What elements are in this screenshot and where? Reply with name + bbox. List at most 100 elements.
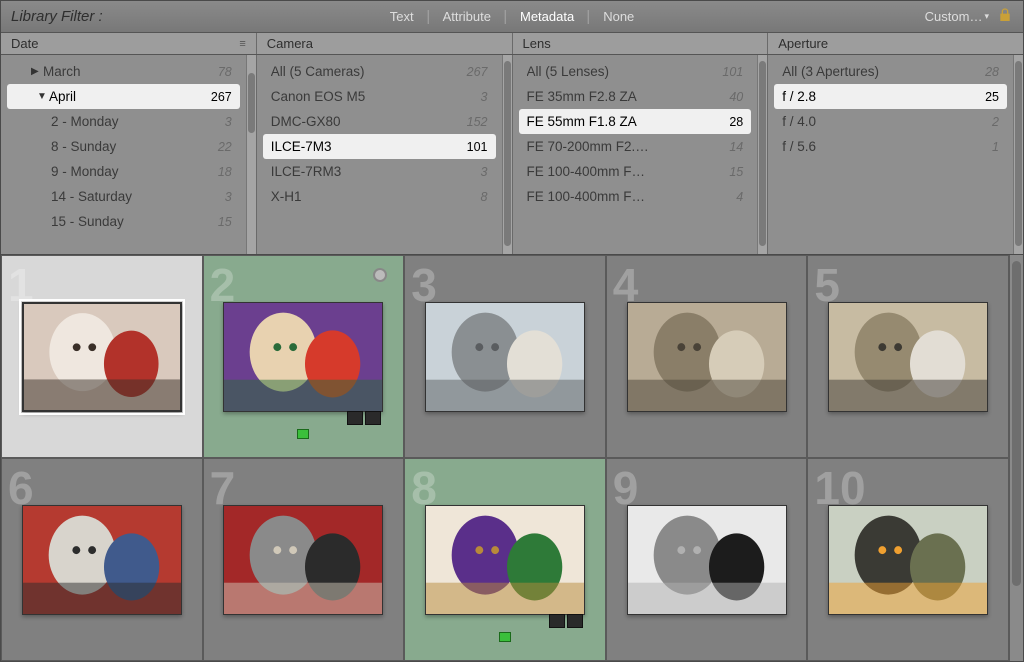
- thumbnail[interactable]: [425, 505, 585, 615]
- thumbnail[interactable]: [223, 505, 383, 615]
- filter-tab-text[interactable]: Text: [378, 6, 426, 27]
- filter-row-label: DMC-GX80: [271, 114, 467, 129]
- filter-row[interactable]: ILCE-7M3101: [263, 134, 496, 159]
- filter-row[interactable]: ▼April267: [7, 84, 240, 109]
- app-root: Library Filter : TextAttributeMetadataNo…: [0, 0, 1024, 662]
- column-header-date[interactable]: Date≡: [1, 33, 257, 54]
- filter-row[interactable]: FE 70-200mm F2.…14: [513, 134, 758, 159]
- column-scrollbar-thumb[interactable]: [248, 73, 255, 133]
- grid-scrollbar-thumb[interactable]: [1012, 261, 1021, 586]
- filter-row[interactable]: X-H18: [257, 184, 502, 209]
- grid-cell[interactable]: 1: [1, 255, 203, 458]
- sort-icon[interactable]: ≡: [239, 38, 245, 50]
- filter-row-label: ILCE-7M3: [271, 139, 467, 154]
- filter-preset-label: Custom…: [925, 9, 983, 24]
- filter-row[interactable]: 14 - Saturday3: [1, 184, 246, 209]
- filter-row-count: 40: [729, 90, 743, 104]
- filter-row-count: 101: [722, 65, 743, 79]
- filter-row[interactable]: 9 - Monday18: [1, 159, 246, 184]
- filter-row[interactable]: ▶March78: [1, 59, 246, 84]
- filter-row-count: 14: [729, 140, 743, 154]
- library-filter-bar: Library Filter : TextAttributeMetadataNo…: [1, 1, 1023, 33]
- column-scrollbar-thumb[interactable]: [759, 61, 766, 246]
- filter-row[interactable]: FE 100-400mm F…4: [513, 184, 758, 209]
- color-label-green: [499, 632, 511, 642]
- filter-row[interactable]: 2 - Monday3: [1, 109, 246, 134]
- thumbnail[interactable]: [828, 302, 988, 412]
- filter-row-count: 267: [211, 90, 232, 104]
- filter-row[interactable]: 8 - Sunday22: [1, 134, 246, 159]
- grid-cell[interactable]: 3: [404, 255, 606, 458]
- filter-row-label: FE 55mm F1.8 ZA: [527, 114, 730, 129]
- filter-row[interactable]: All (5 Cameras)267: [257, 59, 502, 84]
- grid-cell[interactable]: 4: [606, 255, 808, 458]
- grid-cell[interactable]: 6: [1, 458, 203, 661]
- thumbnail[interactable]: [22, 302, 182, 412]
- filter-column-camera: All (5 Cameras)267Canon EOS M53DMC-GX801…: [257, 55, 513, 254]
- filter-row[interactable]: All (5 Lenses)101: [513, 59, 758, 84]
- thumbnail[interactable]: [425, 302, 585, 412]
- grid-cell[interactable]: 10: [807, 458, 1009, 661]
- disclosure-triangle-icon[interactable]: ▼: [37, 91, 49, 102]
- grid-cell[interactable]: 9: [606, 458, 808, 661]
- filter-tab-none[interactable]: None: [591, 6, 646, 27]
- filter-list[interactable]: ▶March78▼April2672 - Monday38 - Sunday22…: [1, 55, 246, 254]
- grid-cell[interactable]: 2: [203, 255, 405, 458]
- filter-list[interactable]: All (5 Cameras)267Canon EOS M53DMC-GX801…: [257, 55, 502, 254]
- grid-cell[interactable]: 8: [404, 458, 606, 661]
- column-scrollbar-thumb[interactable]: [504, 61, 511, 246]
- filter-row-count: 267: [467, 65, 488, 79]
- column-scrollbar-thumb[interactable]: [1015, 61, 1022, 246]
- filter-row-count: 2: [992, 115, 999, 129]
- filter-list[interactable]: All (5 Lenses)101FE 35mm F2.8 ZA40FE 55m…: [513, 55, 758, 254]
- column-scrollbar[interactable]: [502, 55, 512, 254]
- filter-row-label: FE 70-200mm F2.…: [527, 139, 730, 154]
- filter-row[interactable]: DMC-GX80152: [257, 109, 502, 134]
- filter-row[interactable]: f / 4.02: [768, 109, 1013, 134]
- thumbnail-grid: 1 2 3 4 5 6: [1, 255, 1009, 661]
- thumbnail[interactable]: [828, 505, 988, 615]
- filter-list[interactable]: All (3 Apertures)28f / 2.825f / 4.02f / …: [768, 55, 1013, 254]
- grid-cell[interactable]: 5: [807, 255, 1009, 458]
- filter-row[interactable]: Canon EOS M53: [257, 84, 502, 109]
- thumbnail[interactable]: [223, 302, 383, 412]
- filter-row-label: 9 - Monday: [51, 164, 218, 179]
- disclosure-triangle-icon[interactable]: ▶: [31, 66, 43, 77]
- filter-tab-metadata[interactable]: Metadata: [508, 6, 586, 27]
- filter-row[interactable]: FE 55mm F1.8 ZA28: [519, 109, 752, 134]
- thumbnail[interactable]: [627, 505, 787, 615]
- filter-row[interactable]: FE 35mm F2.8 ZA40: [513, 84, 758, 109]
- filter-row[interactable]: 15 - Sunday15: [1, 209, 246, 234]
- filter-bar-title: Library Filter :: [11, 8, 103, 25]
- filter-row[interactable]: FE 100-400mm F…15: [513, 159, 758, 184]
- lock-icon[interactable]: [997, 7, 1013, 26]
- filter-row-label: FE 35mm F2.8 ZA: [527, 89, 730, 104]
- filter-row[interactable]: f / 5.61: [768, 134, 1013, 159]
- filter-row[interactable]: f / 2.825: [774, 84, 1007, 109]
- filter-row-label: f / 4.0: [782, 114, 992, 129]
- grid-scrollbar[interactable]: [1009, 255, 1023, 661]
- filter-row[interactable]: ILCE-7RM33: [257, 159, 502, 184]
- column-header-camera[interactable]: Camera: [257, 33, 513, 54]
- filter-preset-dropdown[interactable]: Custom… ▾: [925, 9, 989, 24]
- thumbnail-grid-wrap: 1 2 3 4 5 6: [1, 255, 1023, 661]
- column-scrollbar[interactable]: [1013, 55, 1023, 254]
- filter-row-count: 4: [736, 190, 743, 204]
- filter-row-count: 28: [729, 115, 743, 129]
- column-scrollbar[interactable]: [757, 55, 767, 254]
- grid-cell[interactable]: 7: [203, 458, 405, 661]
- filter-column-lens: All (5 Lenses)101FE 35mm F2.8 ZA40FE 55m…: [513, 55, 769, 254]
- column-scrollbar[interactable]: [246, 55, 256, 254]
- thumbnail[interactable]: [627, 302, 787, 412]
- filter-row-label: FE 100-400mm F…: [527, 164, 730, 179]
- filter-column-date: ▶March78▼April2672 - Monday38 - Sunday22…: [1, 55, 257, 254]
- tab-separator: [428, 10, 429, 24]
- filter-row-label: April: [49, 89, 211, 104]
- column-header-lens[interactable]: Lens: [513, 33, 769, 54]
- filter-row-label: All (5 Lenses): [527, 64, 723, 79]
- filter-row-count: 15: [218, 215, 232, 229]
- filter-row[interactable]: All (3 Apertures)28: [768, 59, 1013, 84]
- column-header-aperture[interactable]: Aperture: [768, 33, 1023, 54]
- thumbnail[interactable]: [22, 505, 182, 615]
- filter-tab-attribute[interactable]: Attribute: [431, 6, 503, 27]
